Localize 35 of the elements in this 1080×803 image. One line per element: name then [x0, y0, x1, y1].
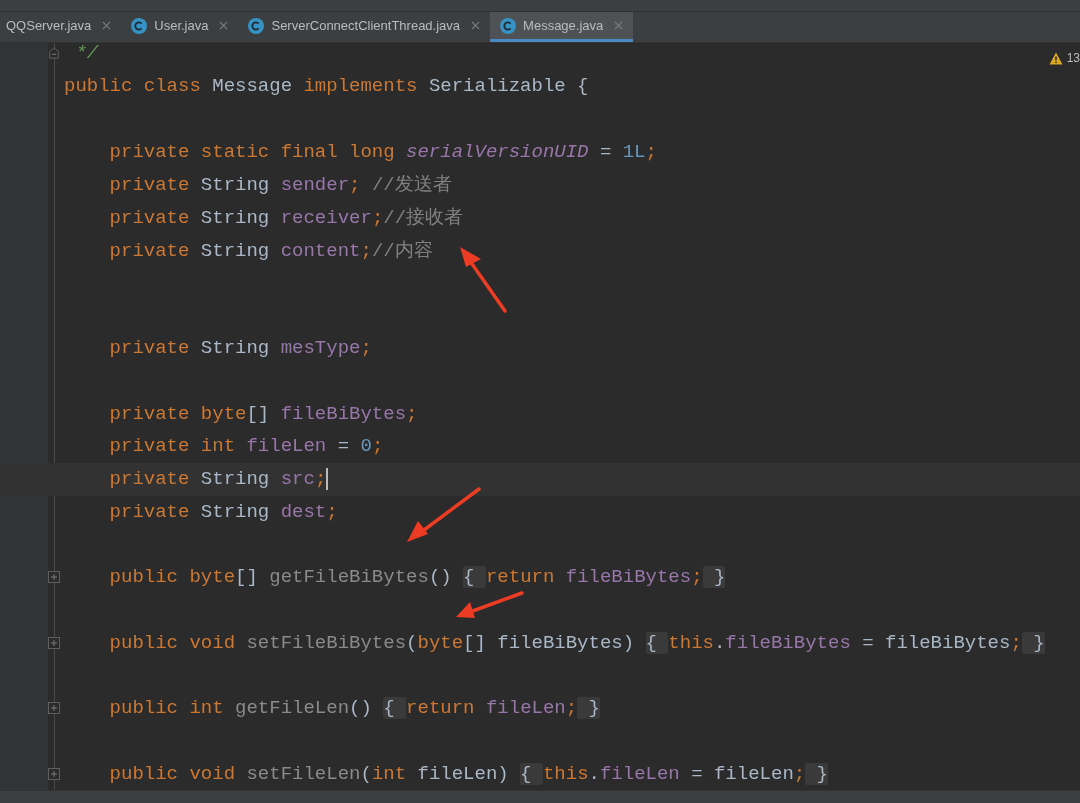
expand-icon[interactable]	[48, 636, 60, 649]
code-line: public void setFileBiBytes(byte[] fileBiBytes) { this.fileBiBytes = fileBiBytes; }	[108, 631, 1045, 654]
code-line: private String mesType;	[108, 337, 372, 360]
close-icon[interactable]	[471, 21, 481, 30]
close-icon[interactable]	[102, 21, 112, 30]
expand-icon[interactable]	[48, 571, 60, 584]
editor-tab[interactable]: User.java	[121, 12, 239, 42]
code-line: private int fileLen = 0;	[108, 435, 384, 458]
expand-icon[interactable]	[48, 702, 60, 715]
close-icon[interactable]	[219, 21, 229, 30]
code-line: private String dest;	[108, 500, 338, 523]
code-line: */	[74, 43, 99, 65]
warning-icon[interactable]	[1048, 51, 1063, 65]
editor-tab[interactable]: ServerConnectClientThread.java	[238, 12, 491, 42]
code-line: public int getFileLen() { return fileLen; }	[108, 697, 600, 720]
code-line: private byte[] fileBiBytes;	[108, 402, 418, 425]
warning-count: 13	[1066, 51, 1080, 65]
fold-icon[interactable]	[48, 47, 60, 60]
code-line: public byte[] getFileBiBytes() { return fileBiBytes; }	[108, 566, 726, 589]
code-line: private String content;//内容	[108, 238, 433, 263]
code-line: private static final long serialVersionUID = 1L;	[108, 140, 657, 163]
expand-icon[interactable]	[48, 767, 60, 780]
code-line: public class Message implements Serializable {	[64, 75, 589, 98]
code-line: public void setFileLen(int fileLen) { this.fileLen = fileLen; }	[108, 762, 828, 785]
editor-tab[interactable]: Message.java	[490, 12, 634, 42]
editor-tab[interactable]: QQServer.java	[0, 12, 122, 42]
annotation-arrow	[456, 591, 524, 618]
class-icon	[500, 17, 517, 34]
code-line: private String sender; //发送者	[108, 173, 452, 198]
class-icon	[248, 17, 265, 34]
class-icon	[131, 17, 148, 34]
code-line: private String receiver;//接收者	[108, 206, 464, 231]
code-line: private String src;	[108, 468, 329, 491]
close-icon[interactable]	[614, 21, 624, 30]
annotation-arrow	[460, 247, 507, 313]
